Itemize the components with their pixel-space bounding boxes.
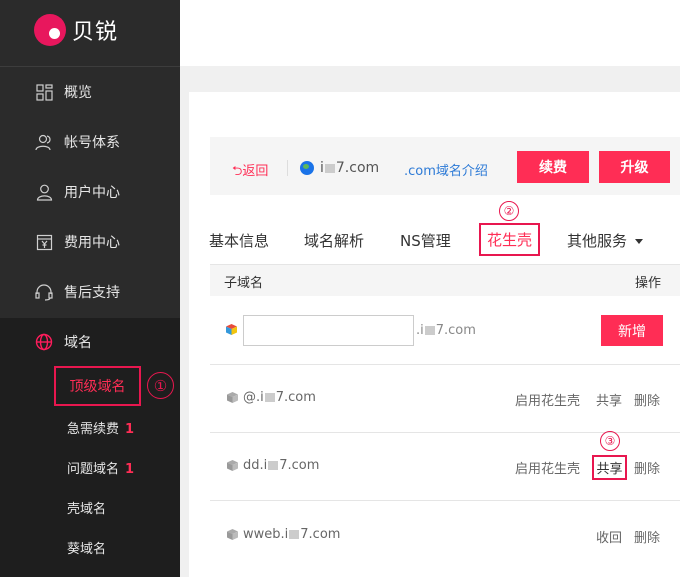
sidebar: 贝锐 概览 帐号体系 用户中心 费用中心 售后支持 域名 顶级域名 急需续费 1… (0, 0, 180, 577)
sidebar-item-accounts[interactable]: 帐号体系 (0, 122, 180, 162)
top-bar (180, 0, 680, 66)
share-label: 共享 (596, 462, 623, 477)
row-divider (210, 364, 680, 365)
sidebar-item-user-center[interactable]: 用户中心 (0, 172, 180, 212)
com-intro-link[interactable]: .com域名介绍 (404, 160, 488, 179)
sidebar-item-label: 帐号体系 (64, 135, 120, 151)
column-header-subdomain: 子域名 (224, 276, 264, 291)
billing-icon (35, 233, 53, 251)
suffix-prefix: .i (416, 323, 424, 338)
domain-suffix: 7.com (335, 160, 380, 176)
subdomain-prefix: @.i (243, 390, 264, 405)
tab-dns-resolution[interactable]: 域名解析 (304, 230, 364, 251)
sidebar-item-label: 用户中心 (64, 185, 120, 201)
submenu-item-top-level-domains[interactable]: 顶级域名 (54, 366, 141, 406)
row-divider (210, 500, 680, 501)
divider (287, 160, 288, 176)
caret-down-icon (635, 239, 644, 244)
subdomain-suffix: 7.com (300, 527, 341, 542)
submenu-item-label: 壳域名 (67, 502, 107, 517)
domain-prefix: i (320, 160, 324, 176)
submenu-item-label: 问题域名 (67, 462, 120, 477)
submenu-item-renew-urgent[interactable]: 急需续费 1 (67, 418, 134, 437)
users-icon (35, 133, 53, 151)
sidebar-item-domain[interactable]: 域名 (0, 322, 180, 362)
submenu-item-shell-domains[interactable]: 壳域名 (67, 498, 106, 517)
callout-1: ① (147, 372, 174, 399)
submenu-item-label: 顶级域名 (69, 379, 126, 395)
table-header (210, 264, 680, 296)
tab-label: 其他服务 (567, 232, 628, 250)
brand-name: 贝锐 (72, 20, 119, 45)
redaction-mask (264, 393, 275, 402)
sidebar-item-label: 费用中心 (64, 235, 120, 251)
suffix-tail: 7.com (435, 323, 476, 338)
tab-basic-info[interactable]: 基本信息 (209, 230, 269, 251)
tab-oray-peanut-shell[interactable]: 花生壳 (479, 223, 540, 256)
subdomain-icon (227, 392, 238, 403)
delete-link[interactable]: 删除 (634, 527, 660, 546)
delete-link[interactable]: 删除 (634, 390, 660, 409)
domain-name: i 7.com (320, 160, 379, 176)
upgrade-button[interactable]: 升级 (599, 151, 670, 183)
subdomain-suffix: 7.com (275, 390, 316, 405)
sidebar-item-label: 概览 (64, 85, 92, 101)
enable-peanut-shell-link[interactable]: 启用花生壳 (515, 458, 580, 477)
tab-ns-management[interactable]: NS管理 (400, 230, 451, 251)
redaction-mask (424, 326, 435, 335)
share-link[interactable]: 共享 (596, 390, 622, 409)
headset-icon (35, 283, 53, 301)
share-link[interactable]: 共享 (592, 455, 627, 480)
redaction-mask (324, 163, 335, 173)
submenu-item-kui-domains[interactable]: 葵域名 (67, 538, 106, 557)
subdomain-icon (227, 529, 238, 540)
sidebar-item-support[interactable]: 售后支持 (0, 272, 180, 312)
redaction-mask (268, 461, 279, 470)
sidebar-item-overview[interactable]: 概览 (0, 72, 180, 112)
revoke-link[interactable]: 收回 (596, 527, 622, 546)
subdomain-row-3: wweb.i 7.com (243, 527, 340, 542)
brand-logo-icon (34, 14, 66, 46)
tab-other-services[interactable]: 其他服务 (567, 230, 644, 251)
sidebar-divider (0, 66, 180, 67)
subdomain-suffix: .i 7.com (416, 323, 476, 338)
column-header-action: 操作 (635, 276, 662, 291)
subdomain-prefix: wweb.i (243, 527, 289, 542)
back-link[interactable]: ⮌返回 (232, 160, 268, 184)
submenu-item-label: 葵域名 (67, 542, 107, 557)
count-badge: 1 (125, 422, 135, 437)
dashboard-icon (35, 83, 53, 101)
sidebar-item-billing[interactable]: 费用中心 (0, 222, 180, 262)
add-subdomain-button[interactable]: 新增 (601, 315, 663, 346)
subdomain-icon (226, 324, 237, 335)
back-label: 返回 (242, 164, 269, 179)
submenu-item-label: 急需续费 (67, 422, 120, 437)
renew-button[interactable]: 续费 (517, 151, 589, 183)
sidebar-item-label: 售后支持 (64, 285, 120, 301)
subdomain-prefix: dd.i (243, 458, 268, 473)
delete-link[interactable]: 删除 (634, 458, 660, 477)
globe-icon (300, 161, 314, 175)
callout-3: ③ (600, 431, 620, 451)
subdomain-row-2: dd.i 7.com (243, 458, 319, 473)
user-icon (35, 183, 53, 201)
enable-peanut-shell-link[interactable]: 启用花生壳 (515, 390, 580, 409)
subdomain-row-1: @.i 7.com (243, 390, 316, 405)
subdomain-suffix: 7.com (279, 458, 320, 473)
subdomain-icon (227, 460, 238, 471)
count-badge: 1 (125, 462, 135, 477)
back-arrow-icon: ⮌ (232, 164, 243, 179)
tab-label: 花生壳 (486, 231, 532, 249)
callout-2: ② (499, 201, 519, 221)
brand-logo[interactable]: 贝锐 (34, 14, 118, 46)
redaction-mask (289, 530, 300, 539)
sidebar-item-label: 域名 (64, 335, 92, 351)
globe-icon (35, 333, 53, 351)
subdomain-input[interactable] (243, 315, 414, 346)
submenu-item-problem-domains[interactable]: 问题域名 1 (67, 458, 134, 477)
